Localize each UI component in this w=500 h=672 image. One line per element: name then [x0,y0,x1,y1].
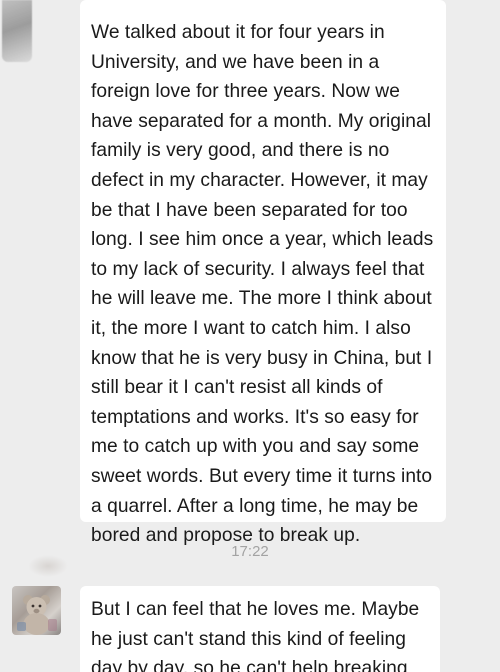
message-line: it, the more I want to catch him. I also [91,317,411,339]
message-line: We talked about it for four years in [91,22,385,43]
message-line: a quarrel. After a long time, he may be [91,495,419,517]
message-line: foreign love for three years. Now we [91,81,400,103]
sender-avatar[interactable] [12,586,61,635]
message-bubble[interactable]: But I can feel that he loves me. Maybe h… [80,586,440,672]
message-line: have separated for a month. My original [91,110,432,132]
message-line: family is very good, and there is no [91,140,390,162]
message-line: he just can't stand this kind of feeling [91,628,406,650]
message-line: But I can feel that he loves me. Maybe [91,599,420,620]
message-line: me to catch up with you and say some [91,436,420,458]
message-line: day by day, so he can't help breaking [91,658,408,672]
message-line: long. I see him once a year, which leads [91,229,434,251]
message-bubble[interactable]: We talked about it for four years in Uni… [80,0,446,546]
message-line: University, and we have been in a [91,51,380,73]
message-line: be that I have been separated for too [91,199,408,221]
message-line: still bear it I can't resist all kinds o… [91,377,383,399]
sender-avatar-partial[interactable] [2,0,32,62]
message-timestamp: 17:22 [231,543,269,560]
chat-view: We talked about it for four years in Uni… [0,0,500,672]
message-line: know that he is very busy in China, but … [91,347,433,369]
teddy-bear-icon [17,595,57,635]
message-line: sweet words. But every time it turns int… [91,465,433,487]
message-line: defect in my character. However, it may [91,169,428,191]
message-line: temptations and works. It's so easy for [91,406,419,428]
message-line: he will leave me. The more I think about [91,288,432,310]
message-line: to my lack of security. I always feel th… [91,258,425,280]
